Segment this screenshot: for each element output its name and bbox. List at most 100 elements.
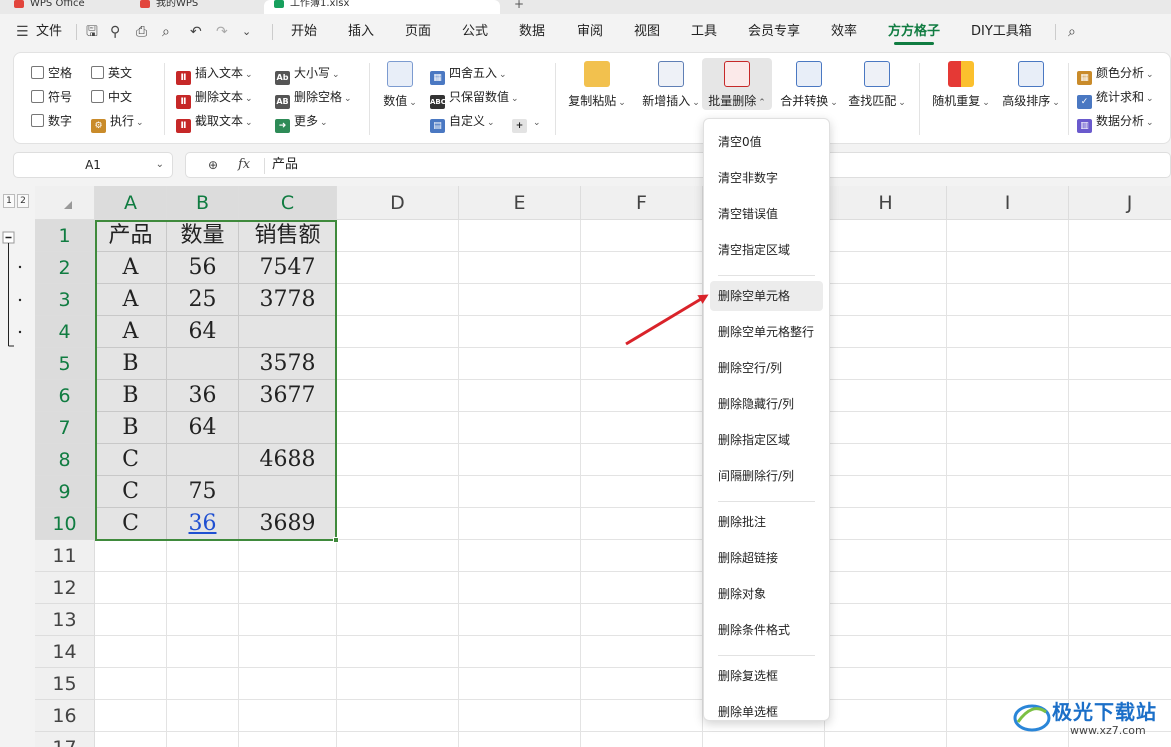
custom-button[interactable]: ▤ 自定义 ⌄ xyxy=(430,113,495,133)
cell[interactable] xyxy=(95,732,167,747)
merge-convert-button[interactable]: 合并转换 ⌄ xyxy=(776,61,842,109)
hamburger-icon[interactable]: ☰ xyxy=(16,23,29,41)
cell[interactable] xyxy=(459,380,581,412)
cell[interactable] xyxy=(1069,476,1171,508)
cell[interactable] xyxy=(825,732,947,747)
cell[interactable] xyxy=(337,220,459,252)
cell[interactable] xyxy=(581,476,703,508)
cell[interactable]: 36 xyxy=(167,380,239,412)
stat-sum-button[interactable]: ✓ 统计求和 ⌄ xyxy=(1077,89,1154,109)
column-header-a[interactable]: A xyxy=(95,186,167,220)
tab-diy[interactable]: DIY工具箱 xyxy=(971,14,1032,50)
row-header[interactable]: 16 xyxy=(35,700,95,732)
advanced-sort-button[interactable]: 高级排序 ⌄ xyxy=(998,61,1064,109)
redo-icon[interactable]: ↷ xyxy=(216,23,228,41)
cell[interactable] xyxy=(337,444,459,476)
cell[interactable] xyxy=(459,444,581,476)
cell[interactable] xyxy=(95,700,167,732)
cell[interactable] xyxy=(459,604,581,636)
checkbox[interactable] xyxy=(31,114,44,127)
cell[interactable] xyxy=(947,444,1069,476)
cell[interactable] xyxy=(459,572,581,604)
column-header-e[interactable]: E xyxy=(459,186,581,220)
cell[interactable] xyxy=(1069,508,1171,540)
cell[interactable]: 3778 xyxy=(239,284,337,316)
cell[interactable] xyxy=(459,220,581,252)
check-number[interactable]: 数字 xyxy=(31,113,72,129)
tab-fangfang[interactable]: 方方格子 xyxy=(888,14,940,50)
check-english[interactable]: 英文 xyxy=(91,65,132,81)
cell[interactable] xyxy=(167,604,239,636)
cell[interactable] xyxy=(167,636,239,668)
row-header[interactable]: 5 xyxy=(35,348,95,380)
tab-tools[interactable]: 工具 xyxy=(691,14,717,50)
cell[interactable] xyxy=(167,668,239,700)
cell[interactable] xyxy=(825,252,947,284)
cell[interactable] xyxy=(1069,348,1171,380)
cell[interactable]: B xyxy=(95,412,167,444)
cell[interactable]: 3578 xyxy=(239,348,337,380)
cell[interactable] xyxy=(825,316,947,348)
find-match-button[interactable]: 查找匹配 ⌄ xyxy=(844,61,910,109)
function-icon[interactable]: fx xyxy=(238,153,250,177)
window-tab-wps[interactable]: WPS Office xyxy=(14,0,124,14)
cell[interactable] xyxy=(825,348,947,380)
cell[interactable]: C xyxy=(95,444,167,476)
cell[interactable] xyxy=(459,284,581,316)
cell[interactable] xyxy=(581,348,703,380)
cell[interactable] xyxy=(239,412,337,444)
cell[interactable] xyxy=(825,668,947,700)
cell[interactable] xyxy=(337,700,459,732)
cell[interactable] xyxy=(337,252,459,284)
menu-file[interactable]: 文件 xyxy=(36,14,62,50)
cell[interactable] xyxy=(459,540,581,572)
new-tab-button[interactable]: + xyxy=(514,0,524,10)
cell[interactable] xyxy=(947,636,1069,668)
cell[interactable] xyxy=(337,604,459,636)
cell[interactable]: C xyxy=(95,508,167,540)
cell[interactable]: 56 xyxy=(167,252,239,284)
row-header[interactable]: 6 xyxy=(35,380,95,412)
cell[interactable] xyxy=(825,476,947,508)
row-header[interactable]: 1 xyxy=(35,220,95,252)
color-analysis-button[interactable]: ▦ 颜色分析 ⌄ xyxy=(1077,65,1154,85)
row-header[interactable]: 3 xyxy=(35,284,95,316)
cell[interactable] xyxy=(1069,540,1171,572)
cell[interactable] xyxy=(167,700,239,732)
menu-item[interactable]: 删除隐藏行/列 xyxy=(710,389,823,419)
outline-level-2[interactable]: 2 xyxy=(17,194,29,208)
menu-item[interactable]: 删除空行/列 xyxy=(710,353,823,383)
row-header[interactable]: 8 xyxy=(35,444,95,476)
cell[interactable]: 25 xyxy=(167,284,239,316)
menu-item[interactable]: 清空指定区域 xyxy=(710,235,823,265)
cell[interactable] xyxy=(337,540,459,572)
cell[interactable] xyxy=(1069,636,1171,668)
checkbox[interactable] xyxy=(31,66,44,79)
cell[interactable] xyxy=(581,572,703,604)
data-analysis-button[interactable]: ▥ 数据分析 ⌄ xyxy=(1077,113,1154,133)
menu-item[interactable]: 间隔删除行/列 xyxy=(710,461,823,491)
tab-efficiency[interactable]: 效率 xyxy=(831,14,857,50)
menu-item[interactable]: 删除空单元格整行 xyxy=(710,317,823,347)
batch-delete-button[interactable]: 批量删除 ⌃ xyxy=(702,58,772,110)
outline-level-1[interactable]: 1 xyxy=(3,194,15,208)
cell[interactable] xyxy=(239,604,337,636)
save-icon[interactable]: 🖫 xyxy=(86,23,98,41)
menu-item[interactable]: 删除单选框 xyxy=(710,697,823,727)
cell[interactable] xyxy=(825,284,947,316)
formula-value[interactable]: 产品 xyxy=(272,153,298,177)
zoom-icon[interactable]: ⊕ xyxy=(208,153,218,177)
cell[interactable] xyxy=(825,380,947,412)
cell[interactable] xyxy=(337,508,459,540)
cell[interactable] xyxy=(947,316,1069,348)
cell[interactable] xyxy=(239,572,337,604)
cell[interactable] xyxy=(1069,572,1171,604)
column-header-f[interactable]: F xyxy=(581,186,703,220)
cell[interactable]: 64 xyxy=(167,316,239,348)
cell[interactable] xyxy=(581,732,703,747)
menu-item[interactable]: 删除指定区域 xyxy=(710,425,823,455)
cell[interactable] xyxy=(1069,252,1171,284)
cell[interactable] xyxy=(825,508,947,540)
cell[interactable] xyxy=(459,636,581,668)
cell[interactable] xyxy=(337,348,459,380)
